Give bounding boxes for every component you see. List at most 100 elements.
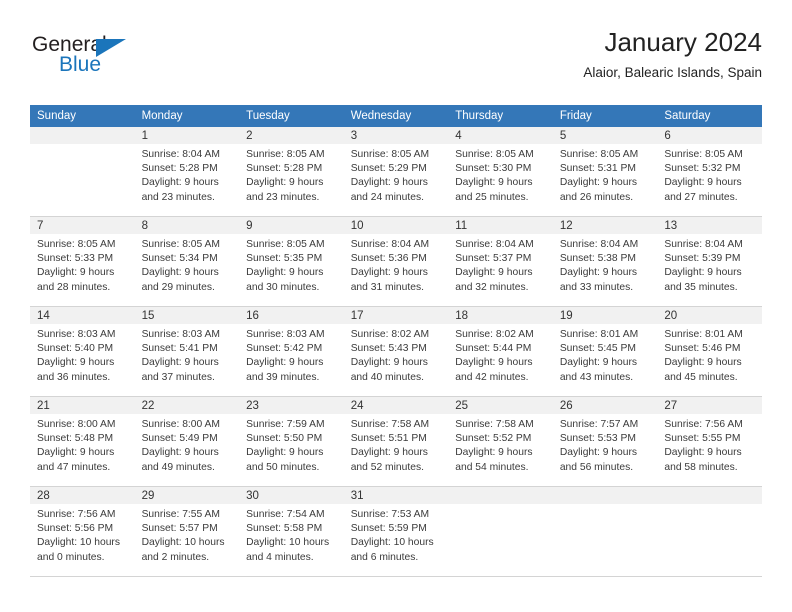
calendar-day-cell[interactable]: 21 Sunrise: 8:00 AM Sunset: 5:48 PM Dayligh… [30, 397, 135, 486]
calendar-day-cell[interactable]: 7 Sunrise: 8:05 AM Sunset: 5:33 PM Daylight… [30, 217, 135, 306]
calendar-day-cell[interactable]: 18 Sunrise: 8:02 AM Sunset: 5:44 PM Dayligh… [448, 307, 553, 396]
general-blue-logo[interactable]: General Blue [30, 28, 230, 88]
calendar-day-cell[interactable]: 30 Sunrise: 7:54 AM Sunset: 5:58 PM Dayligh… [239, 487, 344, 576]
sunset-text: Sunset: 5:35 PM [246, 253, 323, 265]
day-sun-info: Sunrise: 8:03 AM Sunset: 5:40 PM Daylight:… [30, 324, 135, 385]
calendar-week-row: 28 Sunrise: 7:56 AM Sunset: 5:56 PM Dayligh… [30, 487, 762, 577]
calendar-day-cell[interactable]: 27 Sunrise: 7:56 AM Sunset: 5:55 PM Dayligh… [657, 397, 762, 486]
calendar-day-cell[interactable]: 10 Sunrise: 8:04 AM Sunset: 5:36 PM Dayligh… [343, 217, 449, 306]
calendar-cell-empty [30, 127, 135, 216]
calendar-day-cell[interactable]: 4 Sunrise: 8:05 AM Sunset: 5:30 PM Daylight… [448, 127, 553, 216]
sunrise-text: Sunrise: 8:05 AM [350, 149, 430, 160]
calendar-day-cell[interactable]: 9 Sunrise: 8:05 AM Sunset: 5:35 PM Daylight… [239, 217, 344, 306]
daylight-text-line2: and 0 minutes. [37, 551, 105, 563]
calendar-weeks: 1 Sunrise: 8:04 AM Sunset: 5:28 PM Daylight… [30, 127, 762, 577]
daylight-text-line2: and 52 minutes. [350, 461, 424, 473]
calendar-day-cell[interactable]: 19 Sunrise: 8:01 AM Sunset: 5:45 PM Dayligh… [552, 307, 658, 396]
calendar-day-cell[interactable]: 15 Sunrise: 8:03 AM Sunset: 5:41 PM Dayligh… [134, 307, 240, 396]
sunrise-text: Sunrise: 7:59 AM [246, 419, 325, 430]
sunset-text: Sunset: 5:30 PM [455, 163, 532, 175]
calendar-day-cell[interactable]: 3 Sunrise: 8:05 AM Sunset: 5:29 PM Daylight… [343, 127, 449, 216]
sunset-text: Sunset: 5:39 PM [664, 253, 741, 265]
sunrise-text: Sunrise: 8:05 AM [664, 149, 743, 160]
sunset-text: Sunset: 5:29 PM [350, 163, 427, 175]
calendar-day-cell[interactable]: 16 Sunrise: 8:03 AM Sunset: 5:42 PM Dayligh… [239, 307, 344, 396]
calendar-day-cell[interactable]: 25 Sunrise: 7:58 AM Sunset: 5:52 PM Dayligh… [448, 397, 553, 486]
calendar-day-cell[interactable]: 5 Sunrise: 8:05 AM Sunset: 5:31 PM Daylight… [552, 127, 658, 216]
daylight-text-line1: Daylight: 9 hours [664, 357, 742, 369]
daylight-text-line2: and 40 minutes. [350, 371, 424, 383]
day-number: 25 [448, 397, 553, 414]
sunset-text: Sunset: 5:31 PM [559, 163, 636, 175]
calendar-day-cell[interactable]: 29 Sunrise: 7:55 AM Sunset: 5:57 PM Dayligh… [134, 487, 240, 576]
day-number: 21 [30, 397, 135, 414]
weekday-header-thursday: Thursday [455, 110, 504, 122]
daylight-text-line1: Daylight: 10 hours [37, 537, 120, 549]
calendar-day-cell[interactable]: 24 Sunrise: 7:58 AM Sunset: 5:51 PM Dayligh… [343, 397, 449, 486]
day-sun-info: Sunrise: 8:02 AM Sunset: 5:44 PM Daylight:… [448, 324, 553, 385]
calendar-day-cell[interactable]: 17 Sunrise: 8:02 AM Sunset: 5:43 PM Dayligh… [343, 307, 449, 396]
calendar-day-cell[interactable]: 23 Sunrise: 7:59 AM Sunset: 5:50 PM Dayligh… [239, 397, 344, 486]
sunset-text: Sunset: 5:34 PM [141, 253, 218, 265]
day-number: 12 [552, 217, 658, 234]
calendar-day-cell[interactable]: 2 Sunrise: 8:05 AM Sunset: 5:28 PM Daylight… [239, 127, 344, 216]
calendar-cell-empty [657, 487, 762, 576]
sunrise-text: Sunrise: 8:00 AM [141, 419, 220, 430]
day-number: 20 [657, 307, 762, 324]
daylight-text-line2: and 37 minutes. [141, 371, 215, 383]
calendar-day-cell[interactable]: 8 Sunrise: 8:05 AM Sunset: 5:34 PM Daylight… [134, 217, 240, 306]
day-sun-info: Sunrise: 8:05 AM Sunset: 5:31 PM Daylight:… [553, 144, 658, 205]
daylight-text-line1: Daylight: 9 hours [664, 177, 742, 189]
day-sun-info: Sunrise: 8:05 AM Sunset: 5:29 PM Daylight:… [344, 144, 449, 205]
sunset-text: Sunset: 5:48 PM [37, 433, 114, 445]
calendar-day-cell[interactable]: 12 Sunrise: 8:04 AM Sunset: 5:38 PM Dayligh… [552, 217, 658, 306]
day-number: 16 [239, 307, 344, 324]
day-sun-info: Sunrise: 7:59 AM Sunset: 5:50 PM Daylight:… [239, 414, 344, 475]
day-sun-info: Sunrise: 8:03 AM Sunset: 5:41 PM Daylight:… [135, 324, 240, 385]
sunrise-text: Sunrise: 8:04 AM [455, 239, 534, 250]
sunset-text: Sunset: 5:55 PM [664, 433, 741, 445]
daylight-text-line2: and 31 minutes. [350, 281, 424, 293]
daylight-text-line2: and 23 minutes. [246, 191, 320, 203]
sunrise-text: Sunrise: 8:05 AM [246, 239, 325, 250]
daylight-text-line1: Daylight: 9 hours [246, 357, 324, 369]
sunrise-text: Sunrise: 8:02 AM [350, 329, 430, 340]
daylight-text-line2: and 23 minutes. [141, 191, 215, 203]
sunrise-text: Sunrise: 7:58 AM [350, 419, 430, 430]
day-sun-info: Sunrise: 8:01 AM Sunset: 5:45 PM Daylight:… [553, 324, 658, 385]
daylight-text-line1: Daylight: 9 hours [664, 447, 742, 459]
day-number: 19 [552, 307, 658, 324]
daylight-text-line1: Daylight: 9 hours [455, 267, 533, 279]
day-number: 30 [239, 487, 344, 504]
calendar-day-cell[interactable]: 31 Sunrise: 7:53 AM Sunset: 5:59 PM Dayligh… [343, 487, 449, 576]
day-number: 18 [448, 307, 553, 324]
daylight-text-line2: and 27 minutes. [664, 191, 738, 203]
calendar-day-cell[interactable]: 28 Sunrise: 7:56 AM Sunset: 5:56 PM Dayligh… [30, 487, 135, 576]
sunset-text: Sunset: 5:59 PM [350, 523, 427, 535]
calendar-day-cell[interactable]: 14 Sunrise: 8:03 AM Sunset: 5:40 PM Dayligh… [30, 307, 135, 396]
daylight-text-line2: and 24 minutes. [350, 191, 424, 203]
sunrise-text: Sunrise: 8:05 AM [141, 239, 220, 250]
daylight-text-line1: Daylight: 9 hours [559, 357, 638, 369]
sunset-text: Sunset: 5:37 PM [455, 253, 532, 265]
calendar-day-cell[interactable]: 1 Sunrise: 8:04 AM Sunset: 5:28 PM Daylight… [134, 127, 240, 216]
sunrise-text: Sunrise: 8:03 AM [37, 329, 116, 340]
sunrise-text: Sunrise: 8:05 AM [559, 149, 639, 160]
day-number: 24 [343, 397, 449, 414]
calendar-day-cell[interactable]: 26 Sunrise: 7:57 AM Sunset: 5:53 PM Dayligh… [552, 397, 658, 486]
weekday-header-saturday: Saturday [664, 110, 711, 122]
sunrise-text: Sunrise: 8:03 AM [246, 329, 325, 340]
day-sun-info: Sunrise: 8:05 AM Sunset: 5:35 PM Daylight:… [239, 234, 344, 295]
weekday-header-monday: Monday [141, 110, 183, 122]
calendar-day-cell[interactable]: 13 Sunrise: 8:04 AM Sunset: 5:39 PM Dayligh… [657, 217, 762, 306]
sunset-text: Sunset: 5:53 PM [559, 433, 636, 445]
sunrise-text: Sunrise: 8:05 AM [246, 149, 325, 160]
sunrise-text: Sunrise: 7:55 AM [141, 509, 220, 520]
sunrise-text: Sunrise: 8:04 AM [559, 239, 639, 250]
day-number [30, 127, 135, 144]
calendar-day-cell[interactable]: 22 Sunrise: 8:00 AM Sunset: 5:49 PM Dayligh… [134, 397, 240, 486]
calendar-day-cell[interactable]: 6 Sunrise: 8:05 AM Sunset: 5:32 PM Daylight… [657, 127, 762, 216]
calendar-day-cell[interactable]: 20 Sunrise: 8:01 AM Sunset: 5:46 PM Dayligh… [657, 307, 762, 396]
day-number: 31 [343, 487, 449, 504]
calendar-day-cell[interactable]: 11 Sunrise: 8:04 AM Sunset: 5:37 PM Dayligh… [448, 217, 553, 306]
